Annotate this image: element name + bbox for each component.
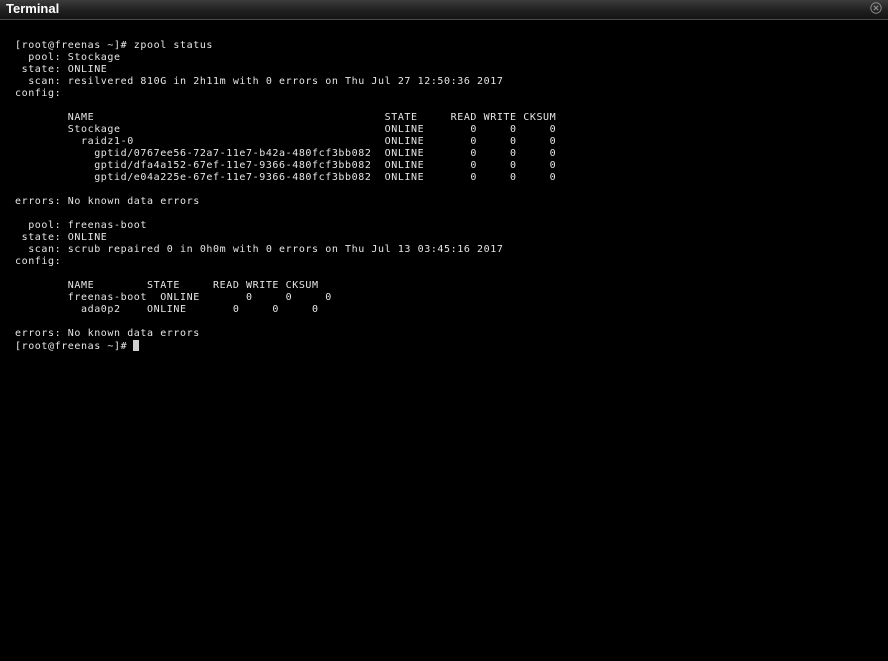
title-bar[interactable]: Terminal <box>0 0 888 20</box>
close-icon[interactable] <box>870 2 882 14</box>
terminal-line: state: ONLINE <box>15 64 108 75</box>
window-title: Terminal <box>6 1 60 16</box>
terminal-line: errors: No known data errors <box>15 328 200 339</box>
terminal-line: raidz1-0 ONLINE 0 0 0 <box>15 136 557 147</box>
terminal-line: NAME STATE READ WRITE CKSUM <box>15 112 557 123</box>
terminal-line: config: <box>15 256 62 267</box>
terminal-line: errors: No known data errors <box>15 196 200 207</box>
terminal-line: scan: resilvered 810G in 2h11m with 0 er… <box>15 76 504 87</box>
terminal-line: state: ONLINE <box>15 232 108 243</box>
terminal-line: NAME STATE READ WRITE CKSUM <box>15 280 319 291</box>
terminal-line: [root@freenas ~]# zpool status <box>15 40 214 51</box>
terminal-line: Stockage ONLINE 0 0 0 <box>15 124 557 135</box>
prompt-line: [root@freenas ~]# <box>15 340 875 352</box>
terminal-window: Terminal [root@freenas ~]# zpool status … <box>0 0 888 661</box>
terminal-line: pool: freenas-boot <box>15 220 148 231</box>
shell-prompt: [root@freenas ~]# <box>15 341 128 352</box>
terminal-line: config: <box>15 88 62 99</box>
terminal-line: freenas-boot ONLINE 0 0 0 <box>15 292 332 303</box>
terminal-line: pool: Stockage <box>15 52 121 63</box>
terminal-line: scan: scrub repaired 0 in 0h0m with 0 er… <box>15 244 504 255</box>
terminal-line: gptid/dfa4a152-67ef-11e7-9366-480fcf3bb0… <box>15 160 557 171</box>
terminal-line: ada0p2 ONLINE 0 0 0 <box>15 304 319 315</box>
text-cursor[interactable] <box>133 340 140 351</box>
terminal-line: gptid/0767ee56-72a7-11e7-b42a-480fcf3bb0… <box>15 148 557 159</box>
terminal-output[interactable]: [root@freenas ~]# zpool status pool: Sto… <box>15 40 875 640</box>
terminal-line: gptid/e04a225e-67ef-11e7-9366-480fcf3bb0… <box>15 172 557 183</box>
